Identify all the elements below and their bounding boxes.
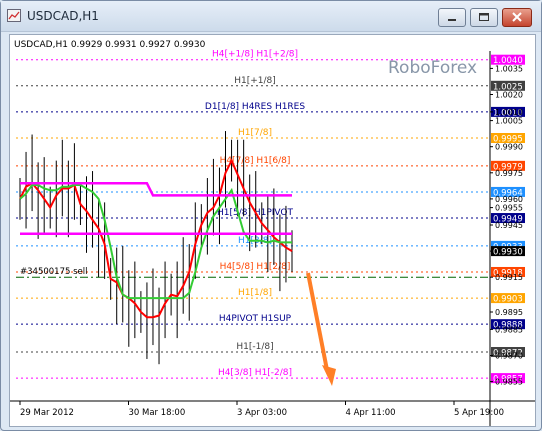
close-button[interactable] [502, 8, 532, 27]
y-tick-label: 1.0020 [495, 91, 523, 100]
symbol-header: USDCAD,H1 0.9929 0.9931 0.9927 0.9930 [14, 40, 206, 50]
x-tick-label: 3 Apr 03:00 [237, 408, 287, 418]
y-tick-label: 0.9855 [495, 378, 523, 387]
level-label: H4PIVOT H1SUP [219, 314, 292, 324]
x-tick-label: 4 Apr 11:00 [346, 408, 396, 418]
y-tick-label: 0.9870 [495, 352, 523, 361]
y-tick-label: 0.9975 [495, 169, 523, 178]
level-label: H4[3/8] H1[-2/8] [218, 368, 292, 378]
y-tick-label: 1.0035 [495, 64, 523, 73]
current-price-label: 0.9930 [493, 248, 523, 258]
y-tick-label: 0.9960 [495, 195, 523, 204]
x-tick-label: 29 Mar 2012 [20, 408, 74, 418]
series-line [19, 184, 292, 300]
restore-icon [479, 13, 489, 21]
chart-window: USDCAD,H1 USDCAD,H1 0.9929 0.9931 0.9927… [0, 0, 542, 431]
level-label: H1[-1/8] [236, 342, 273, 352]
y-tick-label: 0.9895 [495, 308, 523, 317]
order-label: #34500175 sell [20, 267, 87, 277]
watermark: RoboForex [388, 58, 477, 78]
forecast-arrow-head [322, 365, 336, 386]
minimize-icon [448, 19, 456, 21]
y-tick-label: 0.9955 [495, 204, 523, 213]
level-label: H4[+1/8] H1[+2/8] [212, 50, 298, 60]
chart-app-icon [7, 9, 21, 22]
y-tick-label: 0.9915 [495, 273, 523, 282]
price-label: 0.9903 [493, 295, 523, 305]
x-tick-label: 30 Mar 18:00 [129, 408, 186, 418]
maximize-button[interactable] [470, 8, 498, 27]
window-title: USDCAD,H1 [27, 9, 99, 23]
y-tick-label: 1.0010 [495, 108, 523, 117]
x-tick-label: 5 Apr 19:00 [454, 408, 504, 418]
close-icon [512, 12, 522, 22]
level-label: H1[1/8] [238, 288, 272, 298]
forecast-arrow [306, 272, 329, 371]
chart-area[interactable]: USDCAD,H1 0.9929 0.9931 0.9927 0.9930 Ro… [9, 34, 536, 427]
level-label: D1[1/8] H4RES H1RES [205, 102, 305, 112]
y-tick-label: 0.9885 [495, 325, 523, 334]
price-chart[interactable]: USDCAD,H1 0.9929 0.9931 0.9927 0.9930 Ro… [10, 35, 535, 426]
y-tick-label: 1.0005 [495, 117, 523, 126]
level-label: H1[+1/8] [234, 76, 276, 86]
minimize-button[interactable] [438, 8, 466, 27]
y-tick-label: 0.9945 [495, 221, 523, 230]
y-tick-label: 0.9990 [495, 143, 523, 152]
level-label: H1[7/8] [238, 128, 272, 138]
title-bar[interactable]: USDCAD,H1 [1, 1, 541, 32]
